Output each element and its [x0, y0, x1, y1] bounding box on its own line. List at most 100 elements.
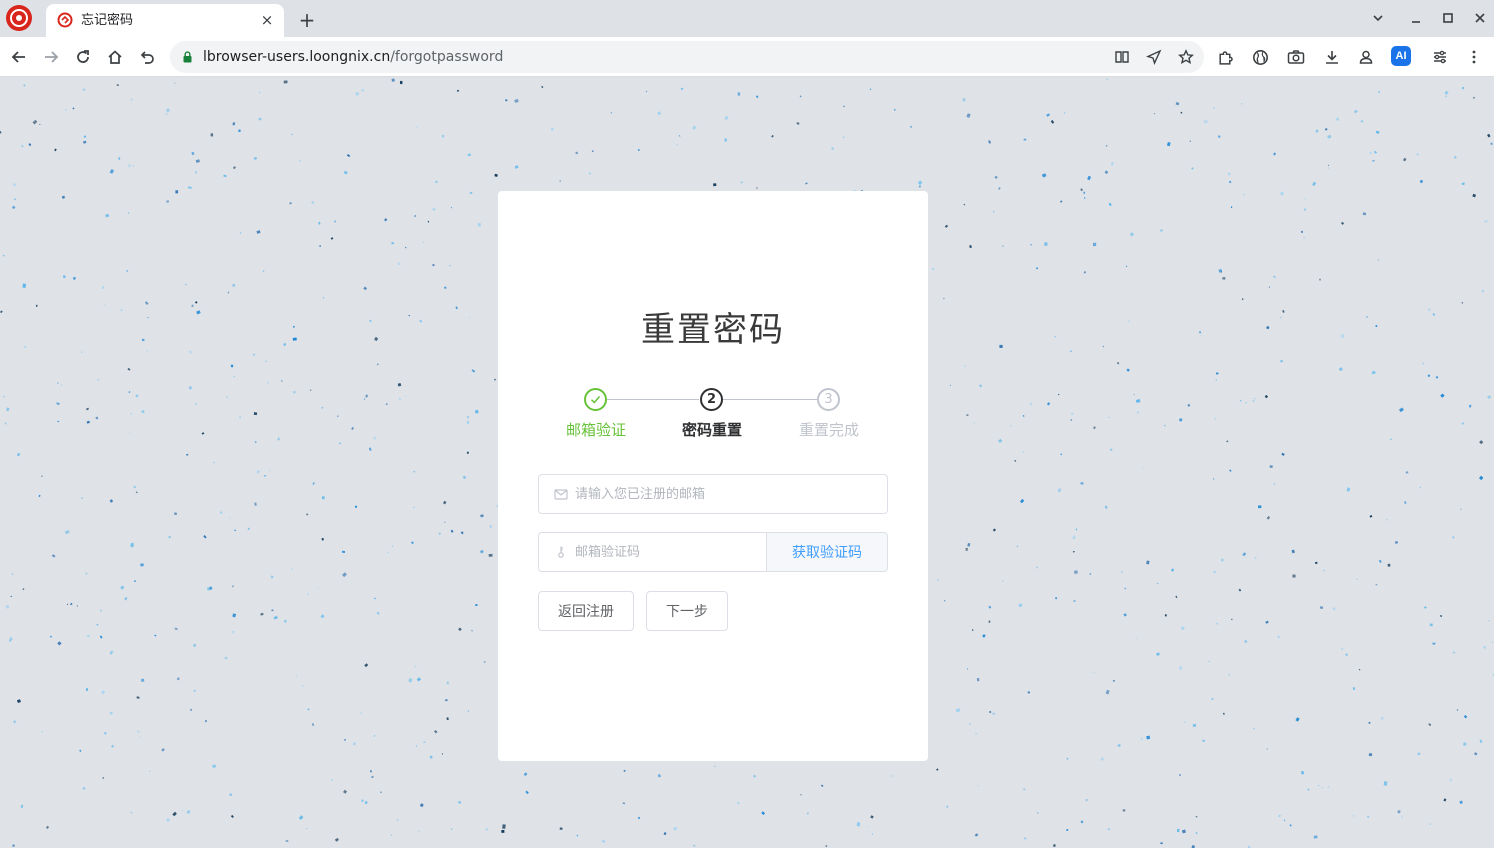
particle-dot	[1327, 164, 1329, 167]
particle-dot	[1353, 109, 1358, 114]
particle-dot	[736, 801, 740, 805]
particle-dot	[1432, 642, 1436, 645]
particle-dot	[1164, 614, 1167, 617]
particle-dot	[384, 218, 388, 222]
particle-dot	[1187, 403, 1191, 407]
menu-kebab-icon[interactable]	[1463, 46, 1485, 68]
particle-dot	[1307, 788, 1310, 791]
particle-dot	[1360, 120, 1364, 123]
send-icon[interactable]	[1144, 47, 1164, 67]
step-connector-1	[607, 399, 699, 400]
maximize-icon[interactable]	[1437, 8, 1459, 28]
particle-dot	[352, 742, 356, 746]
particle-dot	[1057, 393, 1060, 396]
particle-dot	[999, 344, 1001, 346]
particle-dot	[194, 403, 197, 406]
particle-dot	[1280, 316, 1282, 319]
particle-dot	[226, 396, 229, 399]
particle-dot	[676, 144, 679, 146]
particle-dot	[354, 505, 358, 508]
particle-dot	[13, 198, 17, 201]
particle-dot	[1289, 824, 1292, 827]
profile-icon[interactable]	[1355, 46, 1377, 68]
particle-dot	[1383, 781, 1388, 786]
back-to-register-button[interactable]: 返回注册	[538, 591, 634, 631]
window-close-icon[interactable]	[1469, 8, 1491, 28]
particle-dot	[416, 677, 422, 682]
ai-assistant-icon[interactable]: AI	[1391, 46, 1411, 66]
particle-dot	[96, 378, 100, 381]
tab-active[interactable]: 忘记密码 ×	[46, 4, 284, 37]
particle-dot	[422, 241, 425, 243]
settings-sliders-icon[interactable]	[1429, 46, 1451, 68]
particle-dot	[1377, 259, 1380, 261]
minimize-icon[interactable]	[1405, 8, 1427, 28]
particle-dot	[1023, 788, 1026, 791]
particle-dot	[1373, 150, 1378, 154]
browser-logo-icon[interactable]	[6, 5, 32, 31]
bookmark-star-icon[interactable]	[1176, 47, 1196, 67]
particle-dot	[165, 108, 170, 113]
particle-dot	[412, 506, 416, 509]
particle-dot	[0, 131, 2, 134]
particle-dot	[1394, 541, 1398, 544]
globe-icon[interactable]	[1249, 46, 1271, 68]
particle-dot	[1100, 757, 1105, 762]
new-tab-button[interactable]: +	[296, 8, 318, 32]
particle-dot	[224, 656, 228, 660]
download-icon[interactable]	[1321, 46, 1343, 68]
particle-dot	[56, 402, 60, 406]
particle-dot	[336, 415, 339, 417]
particle-dot	[1323, 569, 1325, 572]
particle-dot	[172, 811, 177, 817]
particle-dot	[1164, 424, 1166, 427]
next-step-button[interactable]: 下一步	[646, 591, 728, 631]
particle-dot	[361, 799, 364, 803]
particle-dot	[260, 612, 264, 616]
particle-dot	[1073, 570, 1079, 575]
forward-arrow-icon[interactable]	[40, 46, 62, 68]
url-text[interactable]: lbrowser-users.loongnix.cn/forgotpasswor…	[203, 48, 503, 66]
particle-dot	[1338, 367, 1343, 372]
particle-dot	[1230, 206, 1233, 209]
back-arrow-icon[interactable]	[8, 46, 30, 68]
tab-close-icon[interactable]: ×	[258, 11, 276, 29]
particle-dot	[724, 138, 728, 142]
particle-dot	[423, 740, 426, 744]
particle-dot	[1435, 376, 1439, 379]
extensions-puzzle-icon[interactable]	[1214, 46, 1236, 68]
particle-dot	[12, 183, 17, 187]
particle-dot	[4, 422, 7, 425]
reload-icon[interactable]	[72, 46, 94, 68]
code-field[interactable]: 邮箱验证码	[538, 532, 767, 572]
particle-dot	[1416, 153, 1419, 156]
lock-icon[interactable]	[183, 51, 192, 63]
particle-dot	[1253, 397, 1256, 400]
particle-dot	[992, 712, 995, 715]
tab-search-chevron-icon[interactable]	[1367, 8, 1389, 28]
screenshot-camera-icon[interactable]	[1285, 46, 1307, 68]
particle-dot	[976, 678, 980, 682]
particle-dot	[1325, 128, 1328, 131]
address-bar[interactable]: lbrowser-users.loongnix.cn/forgotpasswor…	[170, 41, 1204, 73]
particle-dot	[1227, 172, 1231, 176]
particle-dot	[322, 297, 325, 299]
particle-dot	[1029, 402, 1033, 406]
particle-dot	[1083, 271, 1086, 274]
particle-dot	[139, 736, 142, 738]
home-icon[interactable]	[104, 46, 126, 68]
particle-dot	[127, 367, 131, 371]
particle-dot	[1160, 229, 1163, 232]
particle-dot	[678, 134, 681, 137]
particle-dot	[1242, 193, 1245, 196]
reader-mode-icon[interactable]	[1112, 47, 1132, 67]
get-code-button[interactable]: 获取验证码	[766, 532, 888, 572]
undo-close-icon[interactable]	[136, 46, 158, 68]
particle-dot	[1427, 374, 1431, 377]
particle-dot	[1140, 737, 1144, 741]
email-field[interactable]: 请输入您已注册的邮箱	[538, 474, 888, 514]
particle-dot	[1200, 334, 1202, 336]
particle-dot	[62, 275, 66, 279]
particle-dot	[1445, 95, 1447, 98]
particle-dot	[1295, 717, 1300, 722]
